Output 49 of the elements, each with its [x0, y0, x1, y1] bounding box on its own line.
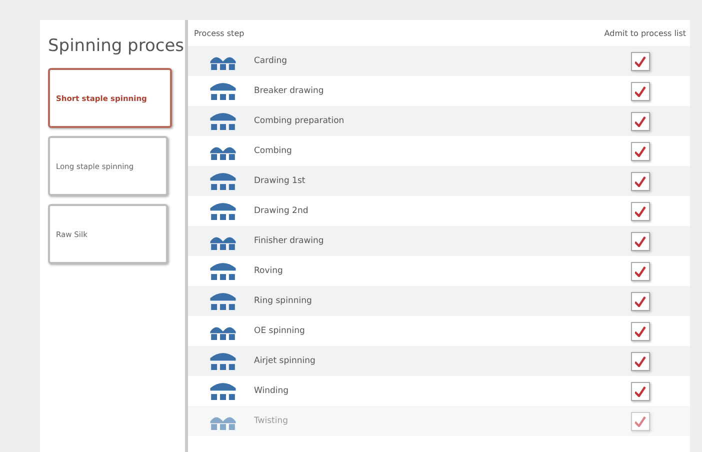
check-icon [634, 326, 646, 336]
process-step-label: Combing preparation [254, 116, 344, 126]
check-icon [634, 236, 646, 246]
process-step-label: Airjet spinning [254, 356, 316, 366]
check-icon [634, 356, 646, 366]
process-step-label: Drawing 2nd [254, 206, 308, 216]
check-icon [634, 86, 646, 96]
process-step-label: Roving [254, 266, 283, 276]
process-step-label: OE spinning [254, 326, 305, 336]
machine-icon [210, 292, 236, 310]
checkbox[interactable] [630, 382, 650, 400]
checkbox[interactable] [630, 52, 650, 70]
process-step-label: Winding [254, 386, 289, 396]
check-icon [634, 206, 646, 216]
machine-icon [210, 262, 236, 280]
check-icon [634, 176, 646, 186]
check-icon [634, 266, 646, 276]
column-header: Process step [194, 28, 246, 38]
process-step-label: Ring spinning [254, 296, 312, 306]
checkbox[interactable] [630, 202, 650, 220]
machine-icon [210, 352, 236, 370]
machine-icon [210, 112, 236, 130]
check-icon [634, 386, 646, 396]
check-icon [634, 56, 646, 66]
column-header: Admit to process list [604, 28, 686, 38]
checkbox[interactable] [630, 292, 650, 310]
checkbox[interactable] [630, 172, 650, 190]
process-step-label: Breaker drawing [254, 86, 324, 96]
checkbox[interactable] [630, 112, 650, 130]
check-icon [634, 146, 646, 156]
sidebar-title: Spinning proces: [48, 36, 185, 56]
machine-icon [210, 382, 236, 400]
process-step-label: Drawing 1st [254, 176, 306, 186]
process-step-label: Carding [254, 56, 288, 66]
checkbox[interactable] [630, 322, 650, 340]
process-step-label: Finisher drawing [254, 236, 324, 246]
check-icon [634, 296, 646, 306]
machine-icon [210, 202, 236, 220]
machine-icon [210, 82, 236, 100]
machine-icon [210, 172, 236, 190]
check-icon [634, 416, 646, 426]
checkbox[interactable] [630, 232, 650, 250]
check-icon [634, 116, 646, 126]
process-step-label: Combing [254, 146, 292, 156]
process-step-label: Twisting [254, 416, 288, 426]
checkbox[interactable] [630, 352, 650, 370]
checkbox[interactable] [630, 82, 650, 100]
checkbox[interactable] [630, 142, 650, 160]
checkbox[interactable] [630, 262, 650, 280]
